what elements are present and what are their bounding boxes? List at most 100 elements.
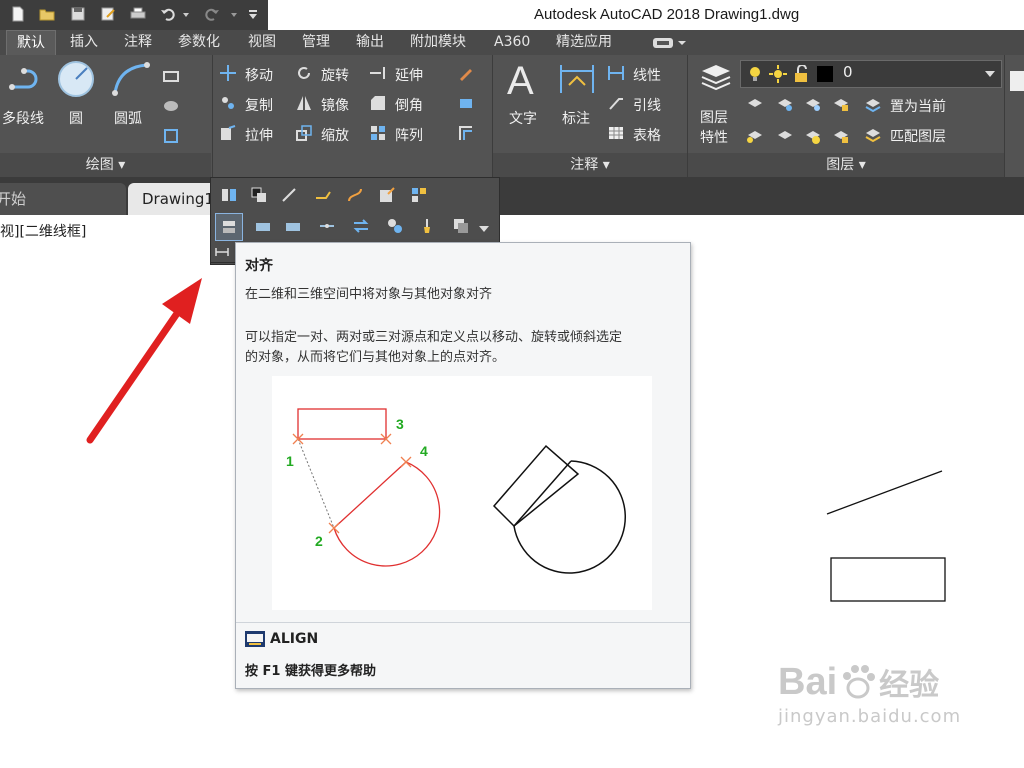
hatch-icon[interactable] (162, 97, 180, 119)
customize-toolbar-icon[interactable] (246, 4, 260, 24)
mirror-icon (295, 94, 313, 116)
undo-icon[interactable] (158, 4, 178, 24)
copy-nested-icon[interactable] (449, 214, 473, 238)
tab-insert[interactable]: 插入 (70, 30, 98, 55)
explode-icon[interactable] (457, 94, 475, 116)
offset-icon[interactable] (457, 124, 475, 146)
lengthen-icon[interactable] (277, 183, 301, 207)
layer-unlock-icon[interactable] (832, 127, 850, 145)
move-button[interactable]: 移动 (245, 65, 273, 85)
move-icon (219, 64, 237, 86)
text-button[interactable]: 文字 (509, 108, 537, 128)
edit-array-icon[interactable] (407, 183, 431, 207)
delete-duplicates-icon[interactable] (383, 214, 407, 238)
break-at-point-icon[interactable] (217, 183, 241, 207)
array-button[interactable]: 阵列 (395, 125, 423, 145)
table-button[interactable]: 表格 (633, 125, 661, 145)
annotation-panel-title[interactable]: 注释 ▾ (493, 153, 687, 177)
reverse-icon[interactable] (349, 214, 373, 238)
brush-icon[interactable] (415, 214, 439, 238)
viewport-controls-label[interactable]: 视][二维线框] (0, 221, 86, 241)
diagram-label-3: 3 (396, 416, 404, 432)
ribbon: 多段线 圆 圆弧 绘图 ▾ 移动 旋转 延伸 复制 镜像 倒角 拉伸 缩放 阵列 (0, 55, 1024, 177)
flyout-pin-button[interactable] (210, 242, 236, 263)
stretch-button[interactable]: 拉伸 (245, 125, 273, 145)
tab-a360[interactable]: A360 (494, 30, 530, 55)
edit-polyline-icon[interactable] (311, 183, 335, 207)
layer-color-swatch (817, 66, 833, 82)
arc-button[interactable]: 圆弧 (114, 108, 142, 128)
erase-icon[interactable] (457, 64, 475, 86)
chamfer-button[interactable]: 倒角 (395, 95, 423, 115)
layer-tools-grid (746, 95, 856, 151)
polyline-button[interactable]: 多段线 (2, 108, 44, 128)
layer-dropdown[interactable]: 0 (740, 60, 1002, 88)
tab-addins[interactable]: 附加模块 (410, 30, 466, 55)
ribbon-toggle-button[interactable] (652, 30, 686, 55)
break-at-point-2-icon[interactable] (281, 214, 305, 238)
tooltip-summary: 在二维和三维空间中将对象与其他对象对齐 (245, 287, 493, 302)
boundary-icon[interactable] (162, 127, 180, 149)
layer-lock-icon[interactable] (832, 95, 850, 113)
set-current-button[interactable]: 置为当前 (890, 96, 946, 116)
array-icon (369, 124, 387, 146)
layer-on-icon[interactable] (746, 127, 764, 145)
save-as-icon[interactable] (98, 4, 118, 24)
canvas-rectangle[interactable] (830, 557, 946, 602)
redo-dropdown-icon[interactable] (228, 4, 240, 24)
tab-output[interactable]: 输出 (356, 30, 384, 55)
copy-button[interactable]: 复制 (245, 95, 273, 115)
extend-icon (369, 64, 387, 86)
diagram-point-markers (292, 433, 412, 534)
dimension-button[interactable]: 标注 (562, 108, 590, 128)
scale-button[interactable]: 缩放 (321, 125, 349, 145)
tab-featured-apps[interactable]: 精选应用 (556, 30, 612, 55)
match-layer-button[interactable]: 匹配图层 (890, 126, 946, 146)
rectangle-icon[interactable] (162, 67, 180, 89)
tab-parametric[interactable]: 参数化 (178, 30, 220, 55)
open-folder-icon[interactable] (37, 4, 57, 24)
title-bar: Autodesk AutoCAD 2018 Drawing1.dwg (0, 0, 1024, 30)
canvas-line[interactable] (826, 470, 943, 515)
tab-view[interactable]: 视图 (248, 30, 276, 55)
tab-annotate[interactable]: 注释 (124, 30, 152, 55)
insert-block-icon[interactable] (1010, 69, 1024, 97)
linear-button[interactable]: 线性 (633, 65, 661, 85)
layer-thaw-icon[interactable] (804, 127, 822, 145)
undo-dropdown-icon[interactable] (180, 4, 192, 24)
align-icon[interactable] (215, 213, 243, 241)
mirror-button[interactable]: 镜像 (321, 95, 349, 115)
tooltip-description-line1: 可以指定一对、两对或三对源点和定义点以移动、旋转或倾斜选定 (245, 330, 623, 345)
start-tab[interactable]: 开始 (0, 183, 126, 215)
join-icon[interactable] (315, 214, 339, 238)
circle-button[interactable]: 圆 (69, 108, 83, 128)
command-icon (245, 631, 265, 647)
tab-home[interactable]: 默认 (6, 30, 56, 56)
layer-properties-button[interactable]: 图层 (700, 107, 728, 127)
layer-unisolate-icon[interactable] (776, 127, 794, 145)
layers-panel-title[interactable]: 图层 ▾ (688, 153, 1004, 177)
edit-spline-icon[interactable] (343, 183, 367, 207)
new-file-icon[interactable] (8, 4, 28, 24)
layer-freeze-icon[interactable] (804, 95, 822, 113)
draw-order-icon[interactable] (247, 183, 271, 207)
leader-button[interactable]: 引线 (633, 95, 661, 115)
print-icon[interactable] (128, 4, 148, 24)
extend-button[interactable]: 延伸 (395, 65, 423, 85)
layer-off-icon[interactable] (746, 95, 764, 113)
app-title: Autodesk AutoCAD 2018 Drawing1.dwg (534, 6, 800, 23)
tooltip-command-name: ALIGN (270, 631, 319, 647)
save-icon[interactable] (68, 4, 88, 24)
edit-hatch-icon[interactable] (375, 183, 399, 207)
rotate-button[interactable]: 旋转 (321, 65, 349, 85)
polyline-icon (8, 63, 48, 99)
tab-manage[interactable]: 管理 (302, 30, 330, 55)
ribbon-tab-bar: 默认 插入 注释 参数化 视图 管理 输出 附加模块 A360 精选应用 (0, 30, 1024, 56)
annotation-panel: A 文字 标注 线性 引线 表格 注释 ▾ (493, 55, 687, 177)
chevron-down-icon[interactable] (479, 222, 489, 237)
redo-icon[interactable] (202, 4, 222, 24)
break-icon[interactable] (251, 214, 275, 238)
diagram-dashed-line (297, 438, 335, 529)
draw-panel-title[interactable]: 绘图 ▾ (0, 153, 211, 177)
layer-isolate-icon[interactable] (776, 95, 794, 113)
